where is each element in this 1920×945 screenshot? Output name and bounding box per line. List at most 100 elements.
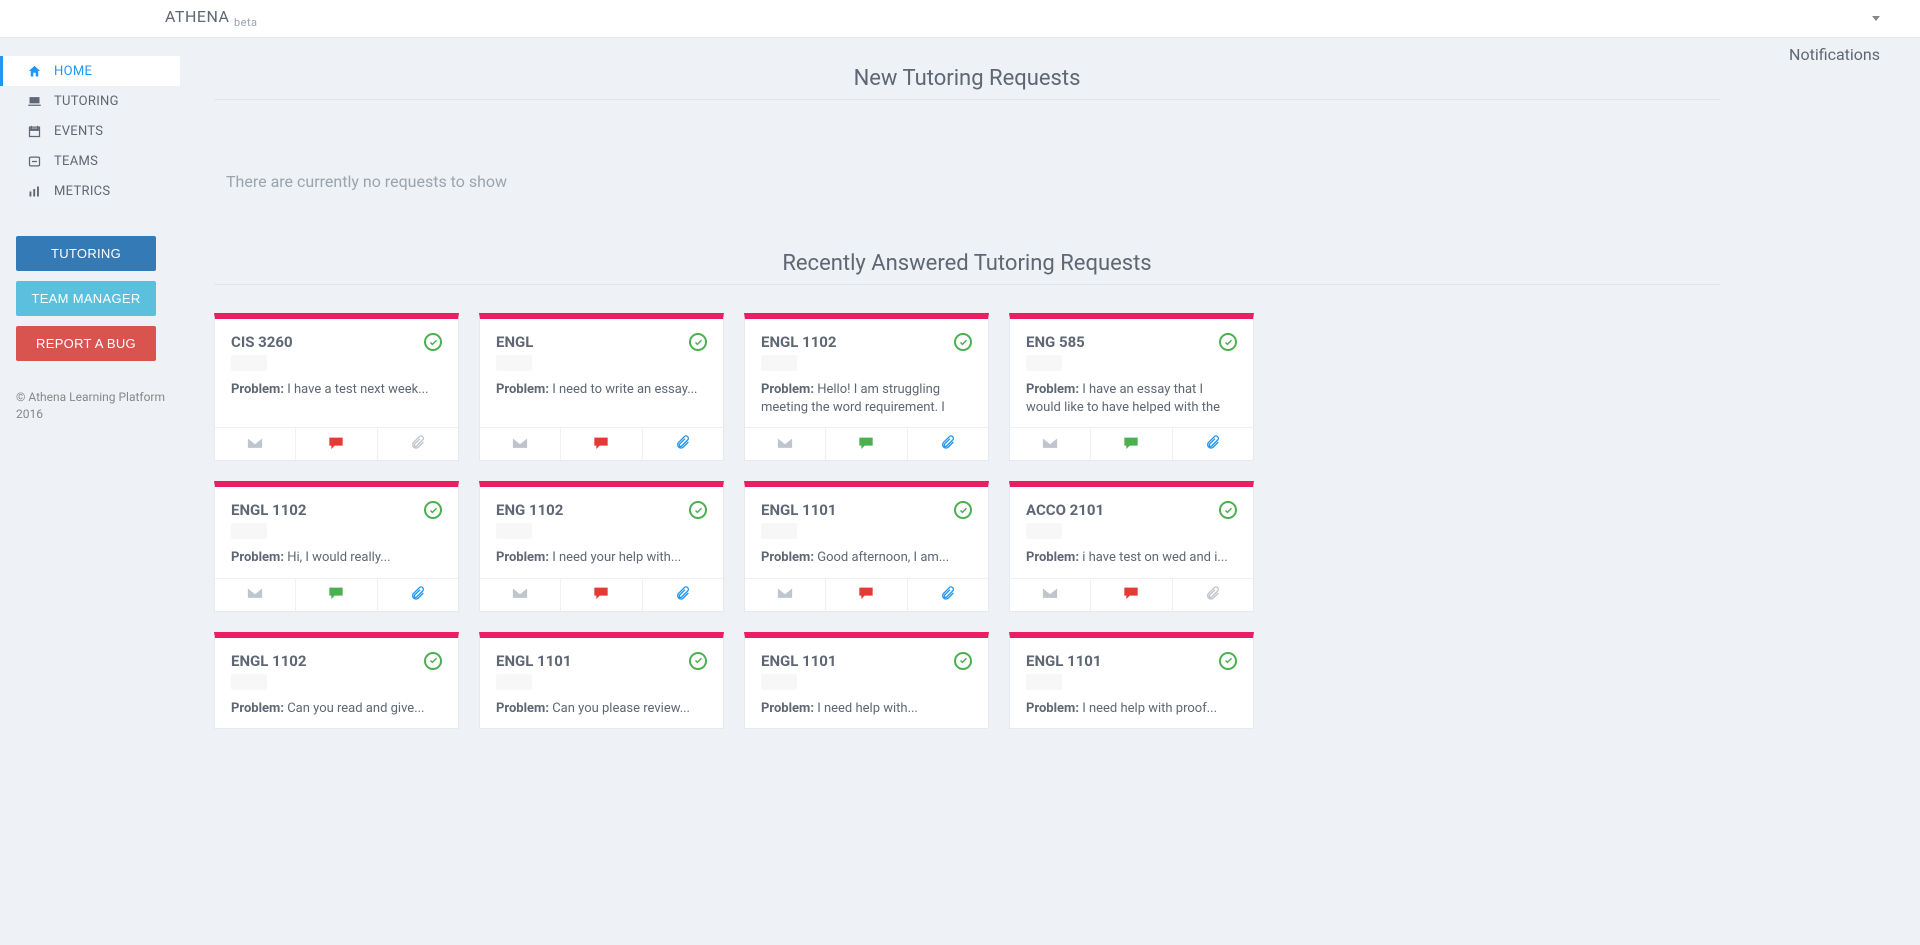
envelope-icon: [511, 435, 529, 454]
mail-action[interactable]: [1010, 428, 1091, 460]
card-subtitle: [231, 355, 267, 371]
card-subtitle: [231, 523, 267, 539]
chat-action[interactable]: [1091, 428, 1172, 460]
mail-action[interactable]: [745, 428, 826, 460]
home-icon: [26, 63, 42, 79]
tutoring-button[interactable]: TUTORING: [16, 236, 156, 271]
card-problem: Problem: Hi, I would really...: [231, 549, 442, 567]
card-course: ENGL 1101: [761, 652, 837, 670]
card-header: ENGL 1101: [496, 652, 707, 670]
chat-icon: [858, 435, 874, 454]
card-subtitle: [496, 674, 532, 690]
request-card[interactable]: ENGL 1101 Problem: I need help with proo…: [1009, 632, 1254, 729]
envelope-icon: [1041, 435, 1059, 454]
paperclip-icon: [675, 585, 691, 605]
nav-label: TUTORING: [54, 94, 119, 109]
attachment-action[interactable]: [908, 579, 988, 611]
mail-action[interactable]: [215, 579, 296, 611]
request-card[interactable]: ENG 585 Problem: I have an essay that I …: [1009, 313, 1254, 461]
topbar: ATHENA beta: [0, 0, 1920, 38]
chat-action[interactable]: [296, 579, 377, 611]
check-circle-icon: [689, 333, 707, 351]
nav-label: TEAMS: [54, 154, 98, 169]
attachment-action[interactable]: [908, 428, 988, 460]
card-body: ENG 585 Problem: I have an essay that I …: [1010, 319, 1253, 427]
problem-text: I need to write an essay...: [549, 382, 698, 397]
problem-text: Good afternoon, I am...: [814, 550, 949, 565]
request-card[interactable]: ENGL 1101 Problem: I need help with...: [744, 632, 989, 729]
card-course: CIS 3260: [231, 333, 293, 351]
card-subtitle: [1026, 674, 1062, 690]
request-card[interactable]: ENGL 1102 Problem: Can you read and give…: [214, 632, 459, 729]
teams-icon: [26, 153, 42, 169]
attachment-action[interactable]: [1173, 579, 1253, 611]
check-circle-icon: [954, 333, 972, 351]
chat-icon: [328, 585, 344, 604]
card-body: ENGL 1101 Problem: I need help with...: [745, 638, 988, 728]
card-actions: [215, 427, 458, 460]
problem-text: I need your help with...: [549, 550, 681, 565]
new-requests-title: New Tutoring Requests: [214, 66, 1720, 91]
request-card[interactable]: ENGL 1102 Problem: Hi, I would really...: [214, 481, 459, 611]
chat-action[interactable]: [296, 428, 377, 460]
card-subtitle: [761, 523, 797, 539]
chat-icon: [328, 435, 344, 454]
request-card[interactable]: CIS 3260 Problem: I have a test next wee…: [214, 313, 459, 461]
card-actions: [215, 578, 458, 611]
nav-item-home[interactable]: HOME: [0, 56, 180, 86]
nav-item-teams[interactable]: TEAMS: [16, 146, 180, 176]
request-card[interactable]: ENGL 1101 Problem: Good afternoon, I am.…: [744, 481, 989, 611]
attachment-action[interactable]: [378, 579, 458, 611]
request-card[interactable]: ENGL 1102 Problem: Hello! I am strugglin…: [744, 313, 989, 461]
card-course: ENGL 1102: [761, 333, 837, 351]
request-card[interactable]: ENG 1102 Problem: I need your help with.…: [479, 481, 724, 611]
brand-tag: beta: [234, 17, 258, 30]
problem-label: Problem:: [761, 550, 814, 565]
chat-action[interactable]: [1091, 579, 1172, 611]
card-header: ENG 1102: [496, 501, 707, 519]
request-card[interactable]: ACCO 2101 Problem: i have test on wed an…: [1009, 481, 1254, 611]
request-card[interactable]: ENGL Problem: I need to write an essay..…: [479, 313, 724, 461]
card-course: ENGL 1102: [231, 501, 307, 519]
card-body: ENGL 1102 Problem: Hello! I am strugglin…: [745, 319, 988, 427]
check-circle-icon: [1219, 501, 1237, 519]
chat-action[interactable]: [561, 579, 642, 611]
chat-action[interactable]: [826, 428, 907, 460]
card-actions: [745, 427, 988, 460]
card-course: ENGL 1101: [761, 501, 837, 519]
notifications-link[interactable]: Notifications: [1789, 45, 1880, 64]
mail-action[interactable]: [745, 579, 826, 611]
problem-label: Problem:: [231, 550, 284, 565]
card-subtitle: [231, 674, 267, 690]
mail-action[interactable]: [1010, 579, 1091, 611]
card-header: ENGL 1101: [1026, 652, 1237, 670]
request-card[interactable]: ENGL 1101 Problem: Can you please review…: [479, 632, 724, 729]
nav-item-metrics[interactable]: METRICS: [16, 176, 180, 206]
nav-item-events[interactable]: EVENTS: [16, 116, 180, 146]
team-manager-button[interactable]: TEAM MANAGER: [16, 281, 156, 316]
card-actions: [1010, 427, 1253, 460]
footer: © Athena Learning Platform 2016: [16, 389, 180, 423]
mail-action[interactable]: [480, 579, 561, 611]
attachment-action[interactable]: [643, 428, 723, 460]
nav-label: HOME: [54, 64, 92, 79]
chevron-down-icon: [1872, 16, 1880, 21]
user-menu[interactable]: [1866, 16, 1880, 21]
mail-action[interactable]: [215, 428, 296, 460]
envelope-icon: [776, 435, 794, 454]
mail-action[interactable]: [480, 428, 561, 460]
attachment-action[interactable]: [643, 579, 723, 611]
attachment-action[interactable]: [1173, 428, 1253, 460]
card-header: ENGL 1102: [231, 652, 442, 670]
card-actions: [480, 427, 723, 460]
chat-action[interactable]: [826, 579, 907, 611]
footer-line1: © Athena Learning Platform: [16, 389, 180, 406]
chat-action[interactable]: [561, 428, 642, 460]
nav-item-tutoring[interactable]: TUTORING: [16, 86, 180, 116]
card-problem: Problem: I need help with proof...: [1026, 700, 1237, 718]
report-bug-button[interactable]: REPORT A BUG: [16, 326, 156, 361]
check-circle-icon: [1219, 652, 1237, 670]
check-circle-icon: [954, 652, 972, 670]
attachment-action[interactable]: [378, 428, 458, 460]
envelope-icon: [246, 585, 264, 604]
